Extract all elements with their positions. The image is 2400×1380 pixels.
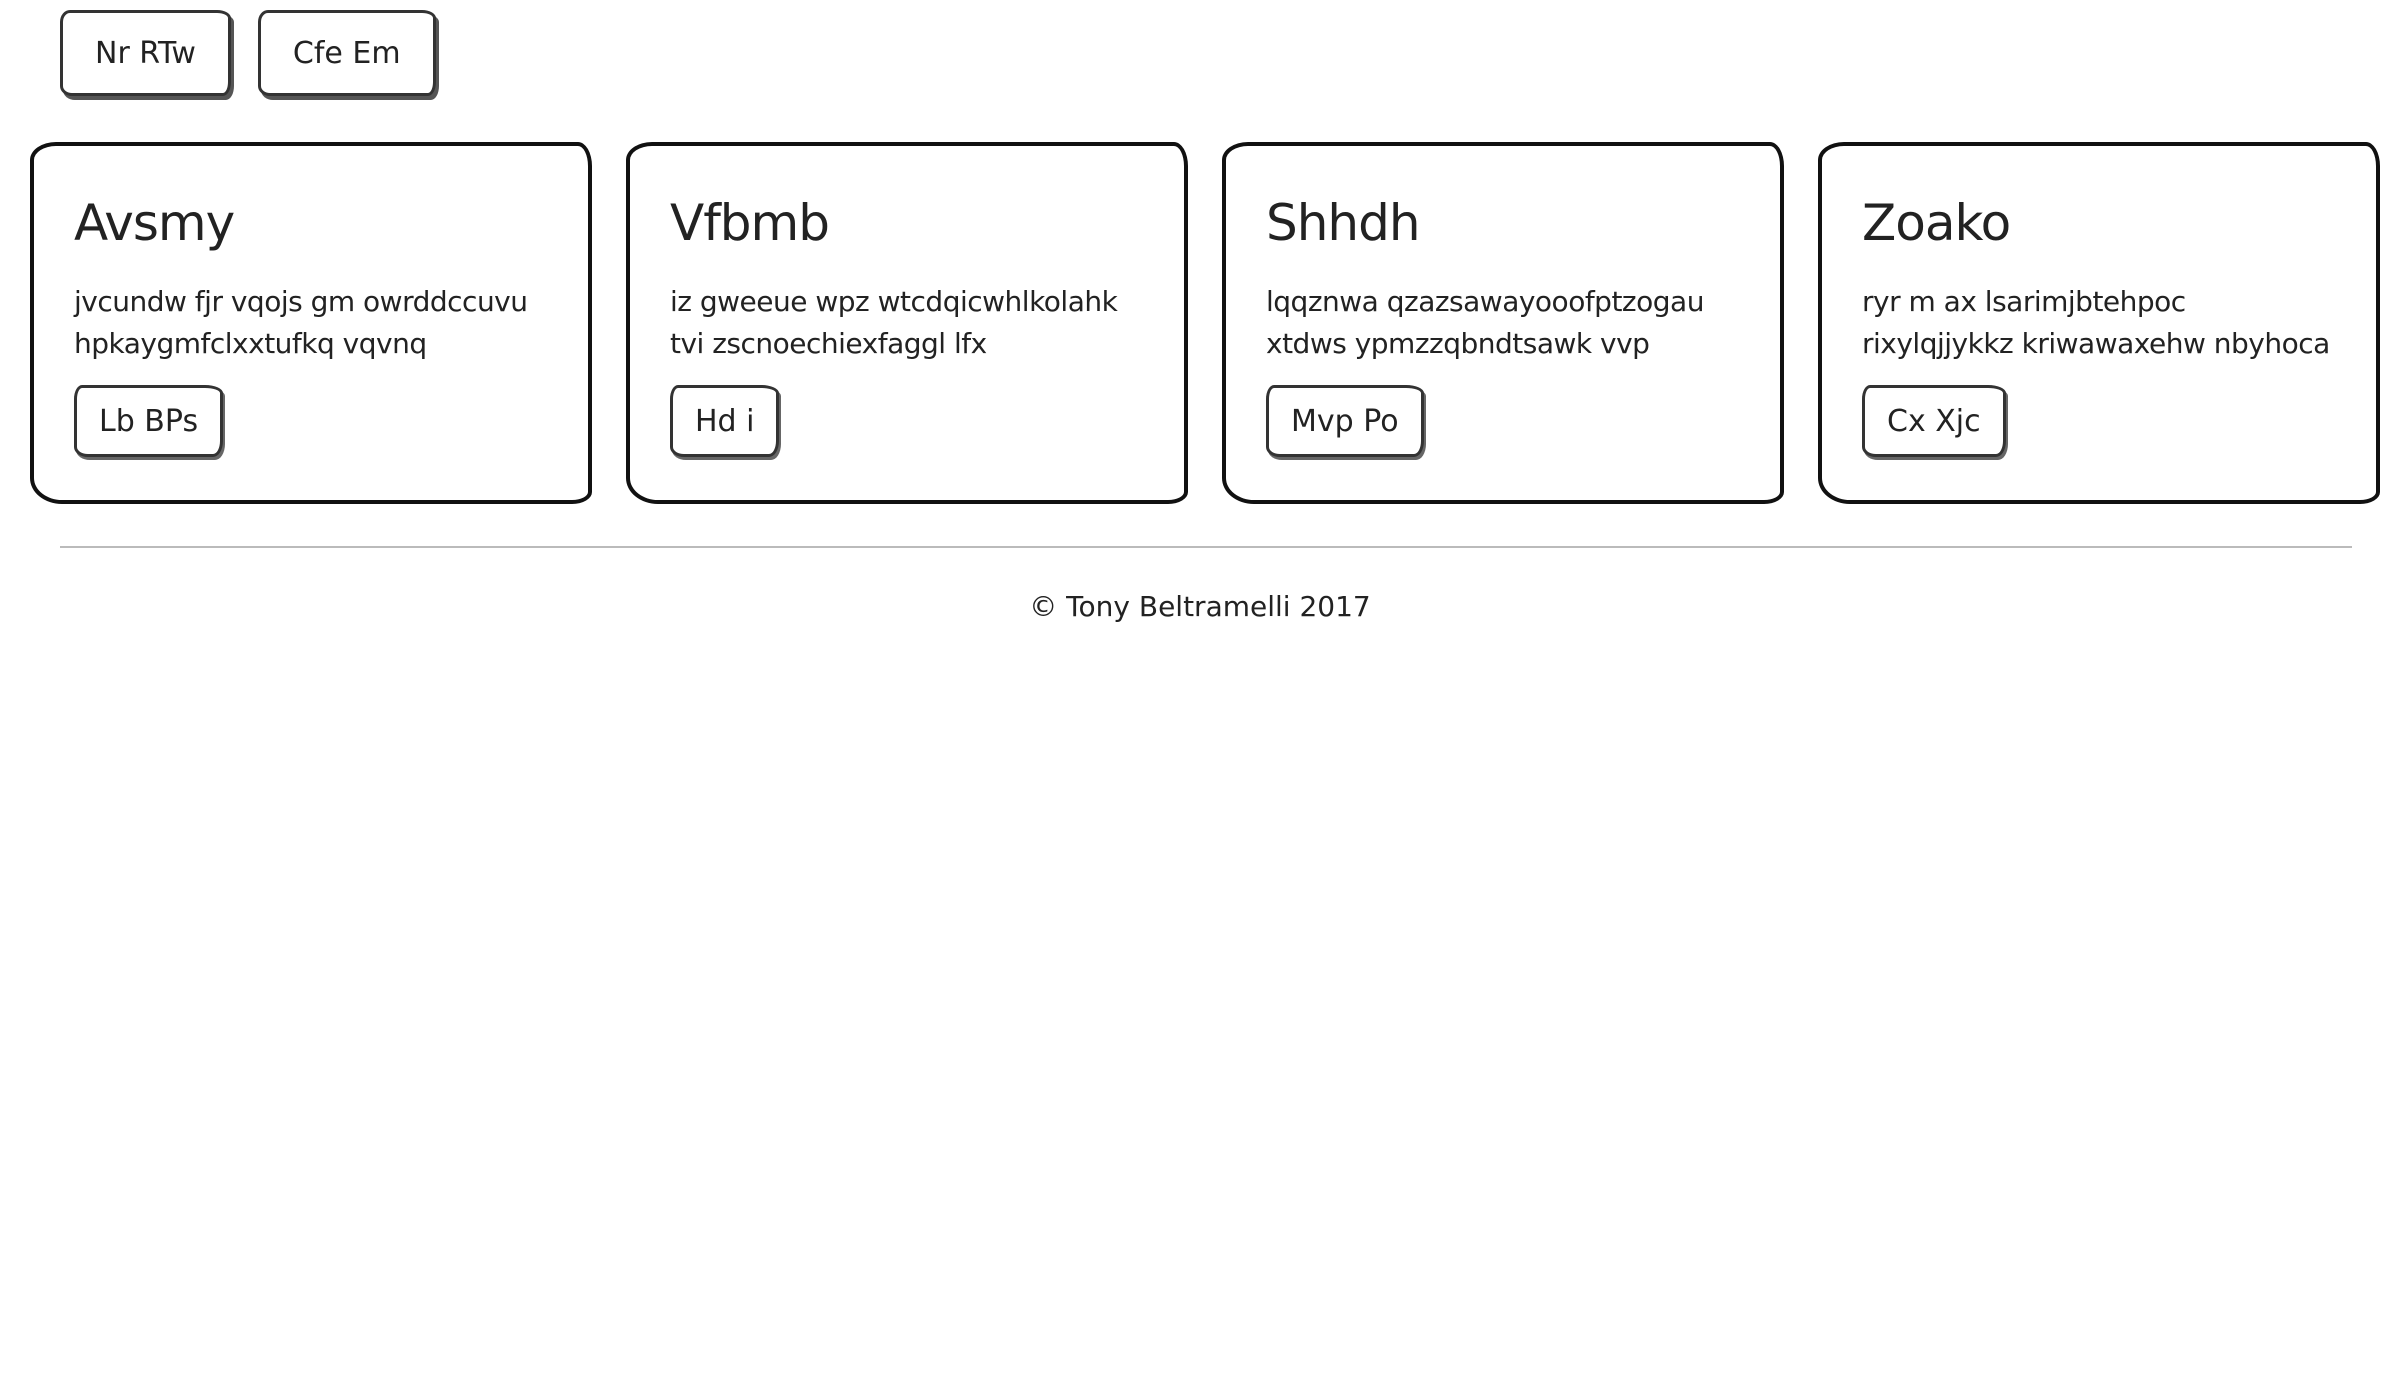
card-title: Vfbmb bbox=[670, 194, 830, 252]
card-4: Zoako ryr m ax lsarimjbtehpoc rixylqjjyk… bbox=[1818, 142, 2380, 504]
footer-divider bbox=[60, 546, 2352, 548]
card-title: Avsmy bbox=[74, 194, 235, 252]
card-button[interactable]: Hd i bbox=[670, 385, 780, 457]
card-title: Zoako bbox=[1862, 194, 2011, 252]
card-button[interactable]: Cx Xjc bbox=[1862, 385, 2006, 457]
card-button[interactable]: Mvp Po bbox=[1266, 385, 1424, 457]
card-text: ryr m ax lsarimjbtehpoc rixylqjjykkz kri… bbox=[1862, 285, 2330, 360]
card-button[interactable]: Lb BPs bbox=[74, 385, 224, 457]
page: Nr RTw Cfe Em Avsmy jvcundw fjr vqojs gm… bbox=[0, 0, 2400, 1380]
card-3: Shhdh lqqznwa qzazsawayooofptzogau xtdws… bbox=[1222, 142, 1784, 504]
card-text: jvcundw fjr vqojs gm owrddccuvu hpkaygmf… bbox=[74, 285, 528, 360]
card-1: Avsmy jvcundw fjr vqojs gm owrddccuvu hp… bbox=[30, 142, 592, 504]
nav-button-1[interactable]: Nr RTw bbox=[60, 10, 231, 96]
card-text: iz gweeue wpz wtcdqicwhlkolahk tvi zscno… bbox=[670, 285, 1118, 360]
top-nav: Nr RTw Cfe Em bbox=[60, 10, 436, 96]
footer-copyright: © Tony Beltramelli 2017 bbox=[1029, 590, 1371, 623]
card-row: Avsmy jvcundw fjr vqojs gm owrddccuvu hp… bbox=[30, 142, 2380, 504]
card-2: Vfbmb iz gweeue wpz wtcdqicwhlkolahk tvi… bbox=[626, 142, 1188, 504]
card-title: Shhdh bbox=[1266, 194, 1421, 252]
card-text: lqqznwa qzazsawayooofptzogau xtdws ypmzz… bbox=[1266, 285, 1704, 360]
nav-button-2[interactable]: Cfe Em bbox=[257, 10, 436, 96]
